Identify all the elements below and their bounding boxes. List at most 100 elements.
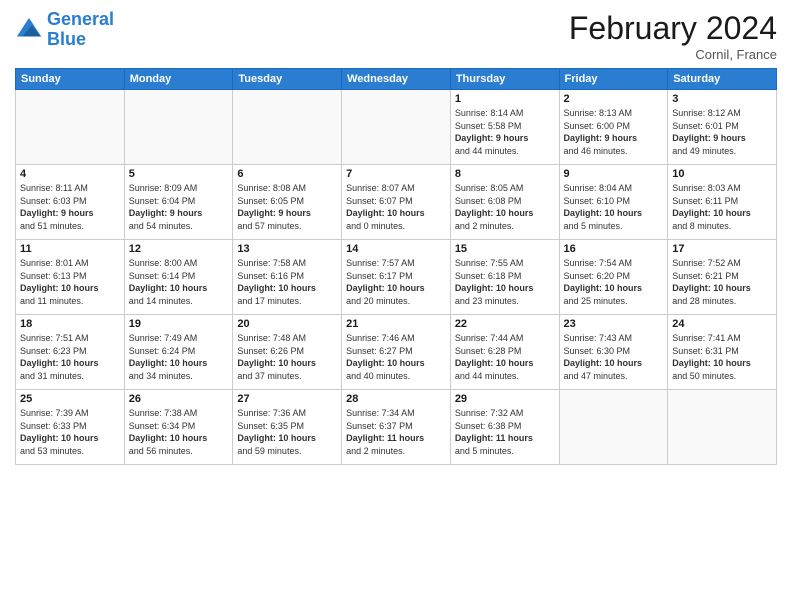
table-row: 23Sunrise: 7:43 AMSunset: 6:30 PMDayligh… bbox=[559, 315, 668, 390]
day-detail-line: Sunrise: 8:00 AM bbox=[129, 257, 229, 270]
day-number: 23 bbox=[564, 318, 664, 330]
table-row: 10 Sunrise: 8:03 AMSunset: 6:11 PMDayligh… bbox=[668, 165, 777, 240]
table-row: 3Sunrise: 8:12 AMSunset: 6:01 PMDaylight… bbox=[668, 90, 777, 165]
day-detail-line: and 44 minutes. bbox=[455, 145, 555, 158]
day-detail-line: and 2 minutes. bbox=[346, 445, 446, 458]
daylight-label: Daylight: 10 hours bbox=[346, 207, 446, 220]
day-info: Sunrise: 7:38 AMSunset: 6:34 PMDaylight:… bbox=[129, 407, 229, 457]
col-wednesday: Wednesday bbox=[342, 69, 451, 90]
daylight-label: Daylight: 10 hours bbox=[237, 282, 337, 295]
day-number: 25 bbox=[20, 393, 120, 405]
logo-text: General Blue bbox=[47, 10, 114, 50]
header: General Blue February 2024 Cornil, Franc… bbox=[15, 10, 777, 62]
day-number: 15 bbox=[455, 243, 555, 255]
day-detail-line: Sunrise: 7:55 AM bbox=[455, 257, 555, 270]
day-number: 29 bbox=[455, 393, 555, 405]
day-info: Sunrise: 7:34 AMSunset: 6:37 PMDaylight:… bbox=[346, 407, 446, 457]
day-detail-line: and 2 minutes. bbox=[455, 220, 555, 233]
table-row: 13 Sunrise: 7:58 AMSunset: 6:16 PMDayligh… bbox=[233, 240, 342, 315]
day-detail-line: Sunset: 6:20 PM bbox=[564, 270, 664, 283]
day-detail-line: and 57 minutes. bbox=[237, 220, 337, 233]
day-detail-line: and 25 minutes. bbox=[564, 295, 664, 308]
day-detail-line: Sunrise: 8:14 AM bbox=[455, 107, 555, 120]
daylight-label: Daylight: 10 hours bbox=[672, 207, 772, 220]
day-number: 10 bbox=[672, 168, 772, 180]
day-detail-line: Sunrise: 7:54 AM bbox=[564, 257, 664, 270]
day-detail-line: and 28 minutes. bbox=[672, 295, 772, 308]
day-detail-line: and 49 minutes. bbox=[672, 145, 772, 158]
table-row bbox=[233, 90, 342, 165]
daylight-label: Daylight: 10 hours bbox=[20, 282, 120, 295]
day-number: 27 bbox=[237, 393, 337, 405]
day-detail-line: Sunset: 6:03 PM bbox=[20, 195, 120, 208]
day-detail-line: and 50 minutes. bbox=[672, 370, 772, 383]
daylight-label: Daylight: 9 hours bbox=[672, 132, 772, 145]
daylight-label: Daylight: 10 hours bbox=[455, 282, 555, 295]
table-row: 17Sunrise: 7:52 AMSunset: 6:21 PMDayligh… bbox=[668, 240, 777, 315]
day-detail-line: Sunrise: 7:43 AM bbox=[564, 332, 664, 345]
day-detail-line: and 11 minutes. bbox=[20, 295, 120, 308]
day-detail-line: Sunrise: 8:11 AM bbox=[20, 182, 120, 195]
day-detail-line: Sunrise: 7:58 AM bbox=[237, 257, 337, 270]
day-detail-line: Sunset: 6:23 PM bbox=[20, 345, 120, 358]
daylight-label: Daylight: 11 hours bbox=[346, 432, 446, 445]
day-info: Sunrise: 8:07 AMSunset: 6:07 PMDaylight:… bbox=[346, 182, 446, 232]
day-detail-line: and 34 minutes. bbox=[129, 370, 229, 383]
table-row bbox=[16, 90, 125, 165]
day-number: 2 bbox=[564, 93, 664, 105]
daylight-label: Daylight: 9 hours bbox=[20, 207, 120, 220]
day-number: 13 bbox=[237, 243, 337, 255]
day-number: 6 bbox=[237, 168, 337, 180]
day-info: Sunrise: 8:03 AMSunset: 6:11 PMDaylight:… bbox=[672, 182, 772, 232]
daylight-label: Daylight: 10 hours bbox=[346, 357, 446, 370]
table-row: 24Sunrise: 7:41 AMSunset: 6:31 PMDayligh… bbox=[668, 315, 777, 390]
day-number: 18 bbox=[20, 318, 120, 330]
daylight-label: Daylight: 10 hours bbox=[672, 357, 772, 370]
table-row: 16Sunrise: 7:54 AMSunset: 6:20 PMDayligh… bbox=[559, 240, 668, 315]
day-info: Sunrise: 8:00 AMSunset: 6:14 PMDaylight:… bbox=[129, 257, 229, 307]
day-detail-line: Sunrise: 7:41 AM bbox=[672, 332, 772, 345]
calendar-week-row: 25 Sunrise: 7:39 AMSunset: 6:33 PMDayligh… bbox=[16, 390, 777, 465]
calendar-week-row: 4Sunrise: 8:11 AMSunset: 6:03 PMDaylight… bbox=[16, 165, 777, 240]
day-number: 3 bbox=[672, 93, 772, 105]
day-detail-line: and 31 minutes. bbox=[20, 370, 120, 383]
calendar: Sunday Monday Tuesday Wednesday Thursday… bbox=[15, 68, 777, 465]
day-info: Sunrise: 7:51 AMSunset: 6:23 PMDaylight:… bbox=[20, 332, 120, 382]
day-detail-line: Sunset: 6:04 PM bbox=[129, 195, 229, 208]
table-row bbox=[342, 90, 451, 165]
day-detail-line: and 23 minutes. bbox=[455, 295, 555, 308]
col-thursday: Thursday bbox=[450, 69, 559, 90]
day-number: 21 bbox=[346, 318, 446, 330]
calendar-header-row: Sunday Monday Tuesday Wednesday Thursday… bbox=[16, 69, 777, 90]
day-detail-line: Sunset: 6:16 PM bbox=[237, 270, 337, 283]
daylight-label: Daylight: 10 hours bbox=[564, 207, 664, 220]
day-detail-line: Sunrise: 7:32 AM bbox=[455, 407, 555, 420]
day-detail-line: Sunset: 6:34 PM bbox=[129, 420, 229, 433]
day-detail-line: Sunset: 6:35 PM bbox=[237, 420, 337, 433]
day-detail-line: and 17 minutes. bbox=[237, 295, 337, 308]
day-detail-line: and 5 minutes. bbox=[455, 445, 555, 458]
table-row: 28Sunrise: 7:34 AMSunset: 6:37 PMDayligh… bbox=[342, 390, 451, 465]
col-friday: Friday bbox=[559, 69, 668, 90]
table-row: 29Sunrise: 7:32 AMSunset: 6:38 PMDayligh… bbox=[450, 390, 559, 465]
day-detail-line: Sunrise: 7:49 AM bbox=[129, 332, 229, 345]
day-detail-line: Sunset: 6:31 PM bbox=[672, 345, 772, 358]
col-monday: Monday bbox=[124, 69, 233, 90]
day-detail-line: Sunrise: 7:48 AM bbox=[237, 332, 337, 345]
month-title: February 2024 bbox=[569, 10, 777, 47]
day-info: Sunrise: 7:48 AMSunset: 6:26 PMDaylight:… bbox=[237, 332, 337, 382]
day-detail-line: and 44 minutes. bbox=[455, 370, 555, 383]
day-info: Sunrise: 8:01 AMSunset: 6:13 PMDaylight:… bbox=[20, 257, 120, 307]
day-detail-line: and 56 minutes. bbox=[129, 445, 229, 458]
col-saturday: Saturday bbox=[668, 69, 777, 90]
daylight-label: Daylight: 10 hours bbox=[564, 357, 664, 370]
daylight-label: Daylight: 10 hours bbox=[237, 432, 337, 445]
day-detail-line: Sunrise: 7:39 AM bbox=[20, 407, 120, 420]
day-number: 22 bbox=[455, 318, 555, 330]
day-info: Sunrise: 7:36 AMSunset: 6:35 PMDaylight:… bbox=[237, 407, 337, 457]
day-detail-line: Sunrise: 7:44 AM bbox=[455, 332, 555, 345]
day-detail-line: and 59 minutes. bbox=[237, 445, 337, 458]
table-row bbox=[124, 90, 233, 165]
day-detail-line: Sunrise: 8:07 AM bbox=[346, 182, 446, 195]
day-info: Sunrise: 7:39 AMSunset: 6:33 PMDaylight:… bbox=[20, 407, 120, 457]
